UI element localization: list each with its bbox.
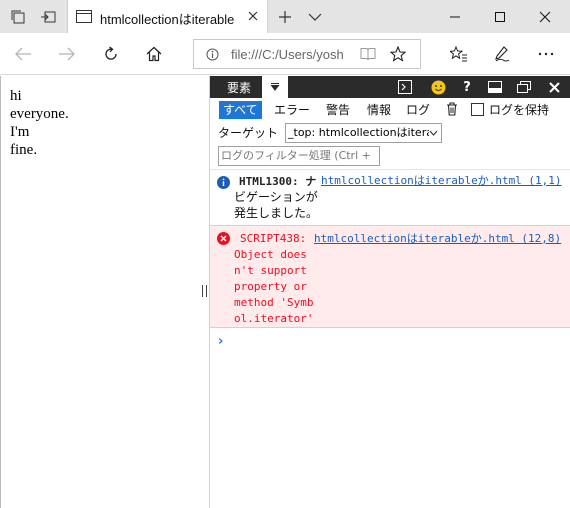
back-button[interactable]: [11, 42, 35, 66]
console-message-error: SCRIPT438: htmlcollectionはiterableか.html…: [210, 225, 570, 328]
filter-errors[interactable]: エラー: [274, 101, 310, 119]
tab-close-button[interactable]: [245, 8, 261, 24]
tab-strip: htmlcollectionはiterable: [0, 0, 570, 33]
console-message-info: HTML1300: ナ htmlcollectionはiterableか.htm…: [210, 169, 570, 225]
message-text-line: n't support: [234, 264, 307, 277]
page-content: hi everyone. I'm fine.: [0, 76, 199, 508]
console-prompt[interactable]: ›: [218, 334, 223, 349]
set-aside-icon: [41, 11, 56, 22]
message-text: ビゲーションが 発生しました。: [234, 189, 318, 221]
dock-bottom-button[interactable]: [484, 76, 506, 98]
message-text-line: Object does: [234, 248, 307, 261]
active-tab[interactable]: htmlcollectionはiterable: [67, 0, 268, 33]
menu-triangle-icon: [270, 83, 280, 91]
more-icon: [538, 52, 554, 56]
message-text-line: ol.iterator': [234, 312, 314, 325]
splitter-grip-icon[interactable]: [202, 285, 207, 297]
favorites-list-icon: [450, 46, 467, 62]
tabs-icon: [11, 10, 25, 23]
minimize-icon: [450, 16, 460, 17]
undock-icon: [517, 81, 531, 93]
close-icon: [539, 11, 551, 22]
devtools-splitter[interactable]: [199, 76, 210, 508]
tab-title: htmlcollectionはiterable: [100, 12, 235, 27]
target-label: ターゲット: [218, 126, 279, 140]
page-text-line: fine.: [10, 142, 38, 158]
devtools-close-button[interactable]: [543, 76, 565, 98]
preserve-log-label[interactable]: ログを保持: [489, 101, 549, 119]
tab-preview-button[interactable]: [302, 0, 328, 33]
message-source-link[interactable]: htmlcollectionはiterableか.html (1,1): [321, 173, 562, 189]
filter-warnings[interactable]: 警告: [326, 101, 350, 119]
feedback-button[interactable]: [427, 76, 449, 98]
maximize-button[interactable]: [478, 0, 522, 33]
info-icon[interactable]: [206, 48, 219, 61]
arrow-left-icon: [15, 47, 31, 61]
filter-info[interactable]: 情報: [367, 101, 391, 119]
message-source-link[interactable]: htmlcollectionはiterableか.html (12,8): [314, 231, 561, 247]
address-text[interactable]: file:///C:/Users/yosh: [231, 47, 344, 62]
reading-view-icon[interactable]: [360, 47, 376, 61]
web-note-button[interactable]: [490, 42, 514, 66]
console-filter-bar: すべて エラー 警告 情報 ログ ログを保持: [210, 100, 570, 120]
tab-manager-button[interactable]: [4, 0, 32, 33]
message-text-line: method 'Symb: [234, 296, 314, 309]
console-icon: [398, 80, 412, 94]
home-icon: [146, 46, 162, 62]
clear-console-button[interactable]: [446, 102, 458, 120]
trash-icon: [447, 102, 457, 116]
plus-icon: [279, 10, 291, 23]
message-text-line: ビゲーションが: [234, 190, 318, 204]
more-button[interactable]: [534, 42, 558, 66]
chevron-down-icon: [429, 130, 438, 136]
target-select-value: _top: htmlcollectionはitera: [288, 126, 433, 139]
info-icon: [217, 176, 230, 189]
refresh-button[interactable]: [99, 42, 123, 66]
filter-all[interactable]: すべて: [219, 101, 262, 119]
navigation-bar: file:///C:/Users/yosh: [0, 33, 570, 75]
devtools-toolbar: 要素 ?: [210, 76, 570, 98]
new-tab-button[interactable]: [272, 0, 298, 33]
dock-icon: [488, 81, 502, 93]
smiley-icon: [431, 80, 445, 94]
undock-button[interactable]: [513, 76, 535, 98]
console-drawer-button[interactable]: [394, 76, 416, 98]
arrow-right-icon: [59, 47, 75, 61]
window-close-button[interactable]: [523, 0, 567, 33]
tab-elements[interactable]: 要素: [217, 76, 261, 98]
page-icon: [76, 10, 92, 23]
page-text-line: I'm: [10, 124, 30, 140]
favorites-button[interactable]: [447, 42, 471, 66]
error-icon: [217, 232, 230, 245]
pen-icon: [495, 46, 510, 62]
minimize-button[interactable]: [433, 0, 477, 33]
page-text-line: everyone.: [10, 106, 69, 122]
message-text: Object does n't support property or meth…: [234, 247, 313, 327]
preserve-log-checkbox[interactable]: [471, 103, 484, 116]
tab-more-tools[interactable]: [262, 76, 288, 98]
console-filter-input[interactable]: ログのフィルター処理 (Ctrl +: [218, 146, 380, 166]
refresh-icon: [105, 46, 117, 60]
message-code: SCRIPT438:: [240, 232, 307, 245]
address-bar[interactable]: file:///C:/Users/yosh: [193, 39, 421, 69]
message-code: HTML1300: ナ: [239, 175, 317, 188]
close-icon: [248, 11, 258, 21]
target-row: ターゲット _top: htmlcollectionはitera: [210, 123, 570, 143]
forward-button[interactable]: [55, 42, 79, 66]
favorite-star-icon[interactable]: [390, 46, 406, 62]
home-button[interactable]: [142, 42, 166, 66]
close-icon: [548, 81, 560, 93]
target-select[interactable]: _top: htmlcollectionはitera: [285, 123, 442, 143]
filter-logs[interactable]: ログ: [406, 101, 430, 119]
help-icon[interactable]: ?: [456, 76, 478, 98]
set-aside-tabs-button[interactable]: [34, 0, 62, 33]
chevron-down-icon: [308, 13, 322, 21]
message-text-line: 発生しました。: [234, 206, 319, 220]
page-text-line: hi: [10, 88, 22, 104]
message-text-line: property or: [234, 280, 307, 293]
maximize-icon: [495, 11, 505, 22]
devtools-panel: 要素 ? すべて エラー 警告 情報 ログ ログを保持 ターゲット _top: …: [210, 76, 570, 508]
